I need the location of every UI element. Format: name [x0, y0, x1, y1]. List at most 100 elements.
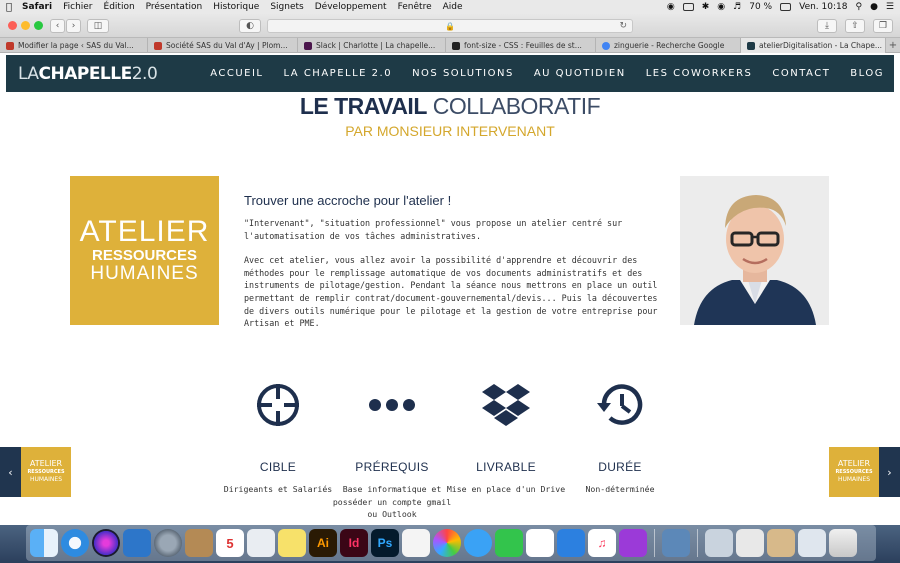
tab-favicon-icon	[154, 41, 162, 50]
menu-fichier[interactable]: Fichier	[63, 2, 92, 12]
new-tab-button[interactable]: +	[886, 38, 900, 52]
facetime-icon[interactable]	[495, 529, 523, 557]
clock[interactable]: Ven. 10:18	[799, 2, 847, 12]
back-button[interactable]: ‹	[50, 19, 65, 33]
tab-2[interactable]: Société SAS du Val d'Ay | Plom...	[148, 38, 298, 53]
feature-prerequis: PRÉREQUIS Base informatique et posséder …	[332, 380, 452, 521]
podcasts-icon[interactable]	[619, 529, 647, 557]
next-atelier-thumbnail[interactable]: ATELIER RESSOURCES HUMAINES	[829, 447, 879, 497]
notification-center-icon[interactable]: ☰	[886, 2, 894, 12]
thumb-line-3: HUMAINES	[29, 476, 63, 483]
address-bar[interactable]: 🔒 ↻	[267, 19, 633, 33]
siri-icon[interactable]: ●	[870, 2, 878, 12]
chevron-right-icon: ›	[71, 21, 76, 31]
wifi-icon[interactable]: ◉	[717, 2, 725, 12]
downloads-button[interactable]: ⤓	[817, 19, 837, 33]
next-atelier-link[interactable]: ATELIER RESSOURCES HUMAINES ›	[829, 447, 900, 497]
safari-icon[interactable]	[61, 529, 89, 557]
nav-les-coworkers[interactable]: LES COWORKERS	[646, 68, 753, 79]
minimized-window-icon[interactable]	[798, 529, 826, 557]
reload-icon[interactable]: ↻	[619, 21, 627, 31]
menu-aide[interactable]: Aide	[443, 2, 463, 12]
reader-privacy-button[interactable]: ◐	[239, 19, 261, 33]
calendar-icon[interactable]: 5	[216, 529, 244, 557]
safari-toolbar: ‹ › ◫ ◐ 🔒 ↻ ⤓ ⇧ ❐	[0, 14, 900, 38]
minimized-window-icon[interactable]	[767, 529, 795, 557]
feature-cible: CIBLE Dirigeants et Salariés	[218, 380, 338, 496]
music-icon[interactable]: ♫	[588, 529, 616, 557]
tab-4[interactable]: font-size - CSS : Feuilles de st...	[446, 38, 596, 53]
minimize-window-button[interactable]	[21, 21, 30, 30]
nav-accueil[interactable]: ACCUEIL	[210, 68, 263, 79]
tab-overview-button[interactable]: ❐	[873, 19, 893, 33]
site-logo[interactable]: LACHAPELLE2.0	[18, 64, 158, 84]
tab-bar: Modifier la page ‹ SAS du Val... Société…	[0, 38, 900, 53]
menu-presentation[interactable]: Présentation	[146, 2, 203, 12]
page-title: LE TRAVAIL COLLABORATIF	[0, 93, 900, 120]
previous-atelier-link[interactable]: ‹ ATELIER RESSOURCES HUMAINES	[0, 447, 71, 497]
tab-label: font-size - CSS : Feuilles de st...	[464, 41, 582, 50]
photos-icon[interactable]	[433, 529, 461, 557]
notes-book-icon[interactable]	[185, 529, 213, 557]
menu-fenetre[interactable]: Fenêtre	[398, 2, 432, 12]
minimized-window-icon[interactable]	[705, 529, 733, 557]
apple-menu-icon[interactable]: 	[6, 2, 12, 13]
photoshop-icon[interactable]: Ps	[371, 529, 399, 557]
sidebar-button[interactable]: ◫	[87, 19, 109, 33]
reminders-icon[interactable]	[402, 529, 430, 557]
creative-cloud-icon[interactable]: ◉	[667, 2, 675, 12]
nav-la-chapelle[interactable]: LA CHAPELLE 2.0	[284, 68, 393, 79]
nav-blog[interactable]: BLOG	[850, 68, 884, 79]
menu-signets[interactable]: Signets	[270, 2, 303, 12]
nav-links: ACCUEIL LA CHAPELLE 2.0 NOS SOLUTIONS AU…	[210, 68, 884, 79]
illustrator-icon[interactable]: Ai	[309, 529, 337, 557]
numbers-icon[interactable]	[526, 529, 554, 557]
share-button[interactable]: ⇧	[845, 19, 865, 33]
volume-icon[interactable]: ♬	[733, 2, 741, 12]
minimized-window-icon[interactable]	[736, 529, 764, 557]
tab-3[interactable]: Slack | Charlotte | La chapelle...	[298, 38, 446, 53]
keynote-icon[interactable]	[557, 529, 585, 557]
tab-favicon-icon	[452, 41, 460, 50]
battery-percent[interactable]: 70 %	[749, 2, 772, 12]
preview-icon[interactable]	[247, 529, 275, 557]
crosshair-icon	[218, 380, 338, 430]
menu-edition[interactable]: Édition	[104, 2, 135, 12]
nav-contact[interactable]: CONTACT	[772, 68, 830, 79]
thumb-line-1: ATELIER	[837, 459, 871, 468]
chevron-right-icon[interactable]: ›	[879, 447, 900, 497]
chevron-left-icon[interactable]: ‹	[0, 447, 21, 497]
tab-1[interactable]: Modifier la page ‹ SAS du Val...	[0, 38, 148, 53]
finder-icon[interactable]	[30, 529, 58, 557]
indesign-icon[interactable]: Id	[340, 529, 368, 557]
bluetooth-icon[interactable]: ✱	[702, 2, 710, 12]
zoom-window-button[interactable]	[34, 21, 43, 30]
history-icon	[560, 380, 680, 430]
menu-developpement[interactable]: Développement	[315, 2, 387, 12]
menu-historique[interactable]: Historique	[213, 2, 259, 12]
forward-button[interactable]: ›	[66, 19, 81, 33]
image-capture-icon[interactable]	[662, 529, 690, 557]
nav-nos-solutions[interactable]: NOS SOLUTIONS	[412, 68, 514, 79]
feature-value: Mise en place d'un Drive	[446, 484, 566, 494]
feature-value: Non-déterminée	[585, 484, 655, 494]
mail-stamp-icon[interactable]	[123, 529, 151, 557]
previous-atelier-thumbnail[interactable]: ATELIER RESSOURCES HUMAINES	[21, 447, 71, 497]
tab-6-active[interactable]: atelierDigitalisation - La Chape...	[741, 38, 886, 53]
tabs-icon: ❐	[878, 21, 888, 31]
download-icon: ⤓	[825, 21, 829, 31]
siri-icon[interactable]	[92, 529, 120, 557]
nav-au-quotidien[interactable]: AU QUOTIDIEN	[534, 68, 626, 79]
menu-app[interactable]: Safari	[22, 2, 52, 12]
search-icon[interactable]: ⚲	[855, 2, 862, 12]
airplay-icon[interactable]	[682, 3, 694, 11]
tab-5[interactable]: zinguerie - Recherche Google	[596, 38, 741, 53]
feature-duree: DURÉE Non-déterminée	[560, 380, 680, 496]
trash-icon[interactable]	[829, 529, 857, 557]
launchpad-icon[interactable]	[154, 529, 182, 557]
thumb-line-2: RESSOURCES	[27, 469, 65, 475]
notes-icon[interactable]	[278, 529, 306, 557]
messages-icon[interactable]	[464, 529, 492, 557]
slack-icon	[304, 41, 312, 50]
close-window-button[interactable]	[8, 21, 17, 30]
